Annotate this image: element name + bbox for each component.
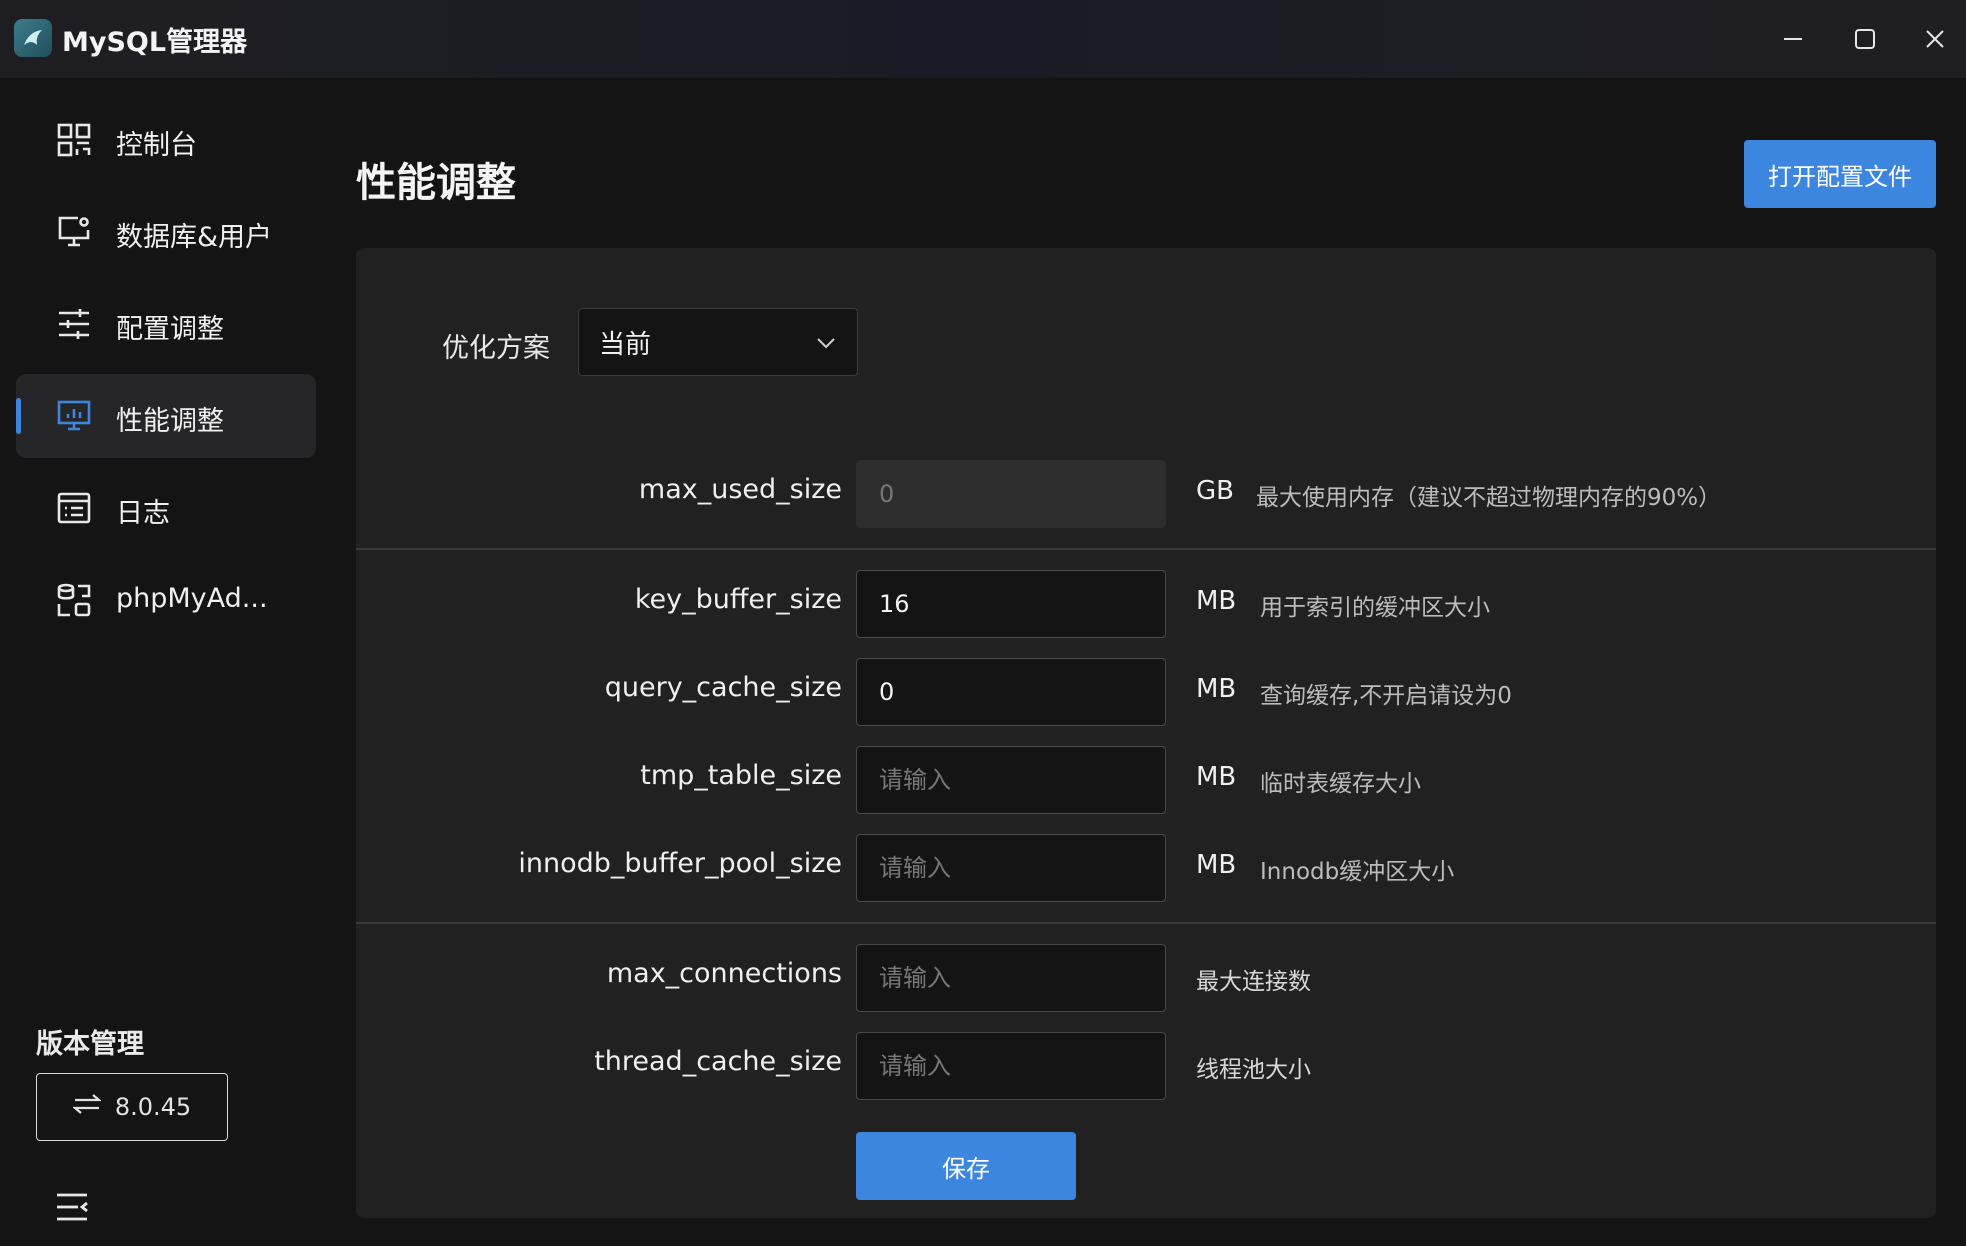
open-config-button[interactable]: 打开配置文件 — [1744, 140, 1936, 208]
sidebar-item-performance[interactable]: 性能调整 — [16, 374, 316, 458]
divider — [356, 922, 1936, 924]
setting-label: max_used_size — [638, 474, 842, 505]
setting-description: 最大连接数 — [1196, 969, 1311, 995]
setting-label: thread_cache_size — [594, 1046, 842, 1077]
sidebar-item-database-users[interactable]: 数据库&用户 — [16, 190, 316, 274]
setting-description: 用于索引的缓冲区大小 — [1260, 595, 1490, 621]
query-cache-size-input[interactable] — [856, 658, 1166, 726]
sidebar-item-label: 性能调整 — [116, 406, 224, 437]
sliders-icon — [56, 306, 92, 342]
setting-label: key_buffer_size — [634, 584, 842, 615]
thread-cache-size-input[interactable] — [856, 1032, 1166, 1100]
sidebar-item-label: 控制台 — [116, 130, 197, 161]
close-icon[interactable] — [1916, 20, 1954, 58]
scheme-select[interactable]: 当前 — [578, 308, 858, 376]
performance-panel: 优化方案 当前 max_used_size GB 最大使用内存（建议不超过物理内… — [356, 248, 1936, 1218]
sidebar: 控制台 数据库&用户 配置调整 性能调整 日志 phpMyAd... 版本管理 … — [0, 78, 330, 1246]
setting-description: 最大使用内存（建议不超过物理内存的90%） — [1256, 485, 1722, 511]
setting-label: query_cache_size — [604, 672, 842, 703]
database-link-icon — [56, 582, 92, 618]
setting-row-max-used-size: max_used_size GB 最大使用内存（建议不超过物理内存的90%） — [356, 460, 1936, 528]
setting-row-max-connections: max_connections 最大连接数 — [356, 944, 1936, 1012]
version-switch-button[interactable]: 8.0.45 — [36, 1073, 228, 1141]
mysql-dolphin-icon — [14, 19, 52, 57]
setting-unit: MB — [1196, 762, 1237, 792]
divider — [356, 548, 1936, 550]
menu-collapse-icon[interactable] — [54, 1191, 94, 1227]
key-buffer-size-input[interactable] — [856, 570, 1166, 638]
active-indicator — [16, 398, 21, 434]
setting-label: max_connections — [606, 958, 842, 989]
setting-description: 线程池大小 — [1196, 1057, 1311, 1083]
tmp-table-size-input[interactable] — [856, 746, 1166, 814]
setting-unit: MB — [1196, 850, 1237, 880]
setting-unit: MB — [1196, 674, 1237, 704]
chevron-down-icon — [815, 331, 837, 361]
max-connections-input[interactable] — [856, 944, 1166, 1012]
swap-arrows-icon — [71, 1093, 102, 1121]
setting-row-thread-cache-size: thread_cache_size 线程池大小 — [356, 1032, 1936, 1100]
setting-description: 临时表缓存大小 — [1260, 771, 1421, 797]
setting-description: 查询缓存,不开启请设为0 — [1260, 683, 1512, 709]
sidebar-item-label: 配置调整 — [116, 314, 224, 345]
minimize-icon[interactable] — [1774, 20, 1812, 58]
setting-description: Innodb缓冲区大小 — [1260, 859, 1455, 885]
log-list-icon — [56, 490, 92, 526]
sidebar-item-label: 数据库&用户 — [116, 222, 273, 253]
setting-unit: GB — [1196, 476, 1234, 506]
setting-row-key-buffer-size: key_buffer_size MB 用于索引的缓冲区大小 — [356, 570, 1936, 638]
setting-row-tmp-table-size: tmp_table_size MB 临时表缓存大小 — [356, 746, 1936, 814]
sidebar-item-label: 日志 — [116, 498, 170, 529]
sidebar-item-label: phpMyAd... — [116, 583, 268, 614]
sidebar-item-config[interactable]: 配置调整 — [16, 282, 316, 366]
page-title: 性能调整 — [356, 160, 516, 206]
innodb-buffer-pool-size-input[interactable] — [856, 834, 1166, 902]
sidebar-item-phpmyadmin[interactable]: phpMyAd... — [16, 558, 316, 642]
setting-unit: MB — [1196, 586, 1237, 616]
setting-label: tmp_table_size — [640, 760, 842, 791]
setting-label: innodb_buffer_pool_size — [518, 848, 842, 879]
scheme-select-value: 当前 — [599, 329, 652, 360]
maximize-icon[interactable] — [1846, 20, 1884, 58]
monitor-settings-icon — [56, 214, 92, 250]
dashboard-grid-icon — [56, 122, 92, 158]
version-management-title: 版本管理 — [36, 1029, 144, 1060]
sidebar-item-logs[interactable]: 日志 — [16, 466, 316, 550]
version-value: 8.0.45 — [114, 1093, 192, 1121]
scheme-label: 优化方案 — [442, 333, 550, 364]
max-used-size-input[interactable] — [856, 460, 1166, 528]
title-bar: MySQL管理器 — [0, 0, 1966, 78]
setting-row-innodb-buffer-pool-size: innodb_buffer_pool_size MB Innodb缓冲区大小 — [356, 834, 1936, 902]
monitor-chart-icon — [56, 398, 92, 434]
app-title: MySQL管理器 — [62, 27, 248, 58]
setting-row-query-cache-size: query_cache_size MB 查询缓存,不开启请设为0 — [356, 658, 1936, 726]
save-button[interactable]: 保存 — [856, 1132, 1076, 1200]
sidebar-item-dashboard[interactable]: 控制台 — [16, 98, 316, 182]
